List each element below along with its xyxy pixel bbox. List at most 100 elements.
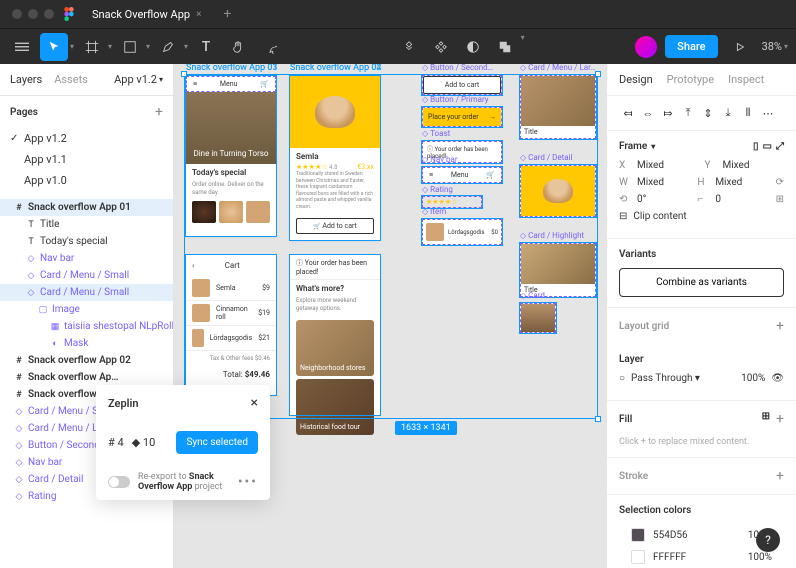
- frame-label[interactable]: Snack overflow App 03: [186, 64, 277, 73]
- card-highlight[interactable]: Title: [520, 243, 596, 297]
- combine-variants-button[interactable]: Combine as variants: [619, 268, 784, 297]
- frame-mode-icon[interactable]: ▯: [753, 141, 759, 152]
- design-tab[interactable]: Design: [619, 73, 653, 86]
- layer-item[interactable]: ◇Nav bar: [0, 250, 173, 267]
- artboard-03[interactable]: ‹Cart Semla$9Cinnamon roll$19Lördagsgodi…: [186, 255, 276, 395]
- add-fill-button[interactable]: +: [776, 411, 784, 427]
- y-input[interactable]: Mixed: [723, 160, 785, 171]
- component-label[interactable]: Toast: [422, 129, 450, 138]
- more-options-button[interactable]: •••: [238, 474, 258, 490]
- align-left-icon[interactable]: ⤆: [619, 104, 637, 122]
- frame-tool[interactable]: [78, 33, 106, 61]
- boolean-icon[interactable]: [491, 33, 519, 61]
- text-tool[interactable]: T: [192, 33, 220, 61]
- layers-tab[interactable]: Layers: [10, 73, 42, 86]
- help-button[interactable]: ?: [756, 528, 780, 552]
- page-item[interactable]: App v1.2: [0, 128, 173, 149]
- align-h-center-icon[interactable]: ⇔: [639, 104, 657, 122]
- layer-item[interactable]: #Snack overflow App 01: [0, 199, 173, 216]
- close-tab-icon[interactable]: ×: [196, 9, 201, 20]
- page-item[interactable]: App v1.0: [0, 170, 173, 191]
- chevron-down-icon[interactable]: ▾: [146, 42, 150, 51]
- chevron-down-icon[interactable]: ▾: [108, 42, 112, 51]
- w-input[interactable]: Mixed: [637, 177, 691, 188]
- radius-input[interactable]: 0: [715, 194, 769, 205]
- component-label[interactable]: Card / Menu / Lar…: [520, 64, 596, 72]
- component-label[interactable]: Card …: [520, 291, 552, 300]
- add-grid-button[interactable]: +: [776, 318, 784, 334]
- card-menu-large[interactable]: Title: [520, 75, 596, 139]
- h-input[interactable]: Mixed: [715, 177, 769, 188]
- layer-item[interactable]: ▦taisiia shestopal NLpRolH…: [0, 318, 173, 335]
- layer-item[interactable]: ◐Mask: [0, 335, 173, 352]
- frame-label[interactable]: Snack overflow App 04: [290, 64, 381, 73]
- add-page-button[interactable]: +: [155, 104, 163, 120]
- distribute-icon[interactable]: ⫴: [739, 104, 757, 122]
- component-label[interactable]: Card / Highlight: [520, 231, 584, 240]
- clip-checkbox[interactable]: ⊟: [619, 211, 627, 222]
- assets-tab[interactable]: Assets: [54, 73, 88, 86]
- align-top-icon[interactable]: ⤒: [679, 104, 697, 122]
- component-label[interactable]: Button / Primary: [422, 95, 489, 104]
- align-bottom-icon[interactable]: ⤓: [719, 104, 737, 122]
- menu-button[interactable]: [8, 33, 36, 61]
- artboard-01[interactable]: ≡Menu🛒 Dine in Turning Torso Today's spe…: [186, 76, 276, 236]
- hand-tool[interactable]: [224, 33, 252, 61]
- component-label[interactable]: Card / Detail: [520, 153, 572, 162]
- file-tab[interactable]: Snack Overflow App ×: [84, 4, 209, 25]
- artboard-02[interactable]: Semla ★★★★☆ 4.8€3.xx Traditionally store…: [290, 76, 380, 240]
- comment-tool[interactable]: [256, 33, 284, 61]
- more-align-icon[interactable]: ⋯: [759, 104, 777, 122]
- layer-item[interactable]: TTitle: [0, 216, 173, 233]
- sync-selected-button[interactable]: Sync selected: [176, 431, 258, 454]
- add-stroke-button[interactable]: +: [776, 468, 784, 484]
- align-right-icon[interactable]: ⤇: [659, 104, 677, 122]
- component-label[interactable]: Rating: [422, 185, 453, 194]
- autolayout-icon[interactable]: ▭: [763, 141, 772, 152]
- card-small[interactable]: [520, 303, 556, 333]
- chevron-down-icon[interactable]: ▾: [184, 42, 188, 51]
- blend-mode-select[interactable]: Pass Through ▾: [631, 373, 735, 384]
- button-primary[interactable]: Place your order: [428, 113, 479, 121]
- page-item[interactable]: App v1.1: [0, 149, 173, 170]
- user-avatar[interactable]: [635, 36, 657, 58]
- component-label[interactable]: Button / Second…: [422, 64, 493, 72]
- layer-item[interactable]: ◇Card / Menu / Small: [0, 267, 173, 284]
- component-action-icon[interactable]: [395, 33, 423, 61]
- component-icon[interactable]: [427, 33, 455, 61]
- x-input[interactable]: Mixed: [637, 160, 699, 171]
- color-swatch-row[interactable]: FFFFFF100%: [619, 546, 784, 568]
- close-popover-button[interactable]: ×: [251, 395, 258, 411]
- card-detail[interactable]: [520, 165, 596, 217]
- opacity-input[interactable]: 100%: [741, 373, 765, 384]
- button-secondary[interactable]: Add to cart: [423, 76, 501, 94]
- resize-icon[interactable]: ⤢: [776, 141, 784, 152]
- component-label[interactable]: Nav bar: [422, 155, 458, 164]
- zoom-control[interactable]: 38%▾: [762, 40, 788, 53]
- pen-tool[interactable]: [154, 33, 182, 61]
- mask-icon[interactable]: [459, 33, 487, 61]
- corners-icon[interactable]: ⊞: [776, 194, 784, 205]
- figma-logo-icon[interactable]: [62, 7, 76, 21]
- prototype-tab[interactable]: Prototype: [667, 73, 714, 86]
- move-tool[interactable]: [40, 33, 68, 61]
- layer-item[interactable]: #Snack overflow Ap…: [0, 369, 173, 386]
- reexport-toggle[interactable]: [108, 476, 130, 488]
- page-selector[interactable]: App v1.2 ▾: [114, 73, 163, 86]
- link-icon[interactable]: ⟳: [776, 177, 784, 188]
- layer-item[interactable]: ◇Card / Menu / Small: [0, 284, 173, 301]
- layer-item[interactable]: TToday's special: [0, 233, 173, 250]
- styles-icon[interactable]: ⊞: [762, 411, 770, 427]
- component-label[interactable]: Item: [422, 207, 446, 216]
- chevron-down-icon[interactable]: ▾: [70, 42, 74, 51]
- chevron-down-icon[interactable]: ▾: [521, 33, 525, 61]
- share-button[interactable]: Share: [665, 35, 717, 58]
- layer-item[interactable]: ▢Image: [0, 301, 173, 318]
- present-button[interactable]: [726, 33, 754, 61]
- visibility-icon[interactable]: 👁: [771, 373, 784, 384]
- inspect-tab[interactable]: Inspect: [728, 73, 764, 86]
- rotation-input[interactable]: 0°: [637, 194, 691, 205]
- new-tab-button[interactable]: +: [217, 6, 237, 22]
- shape-tool[interactable]: [116, 33, 144, 61]
- align-v-center-icon[interactable]: ⇕: [699, 104, 717, 122]
